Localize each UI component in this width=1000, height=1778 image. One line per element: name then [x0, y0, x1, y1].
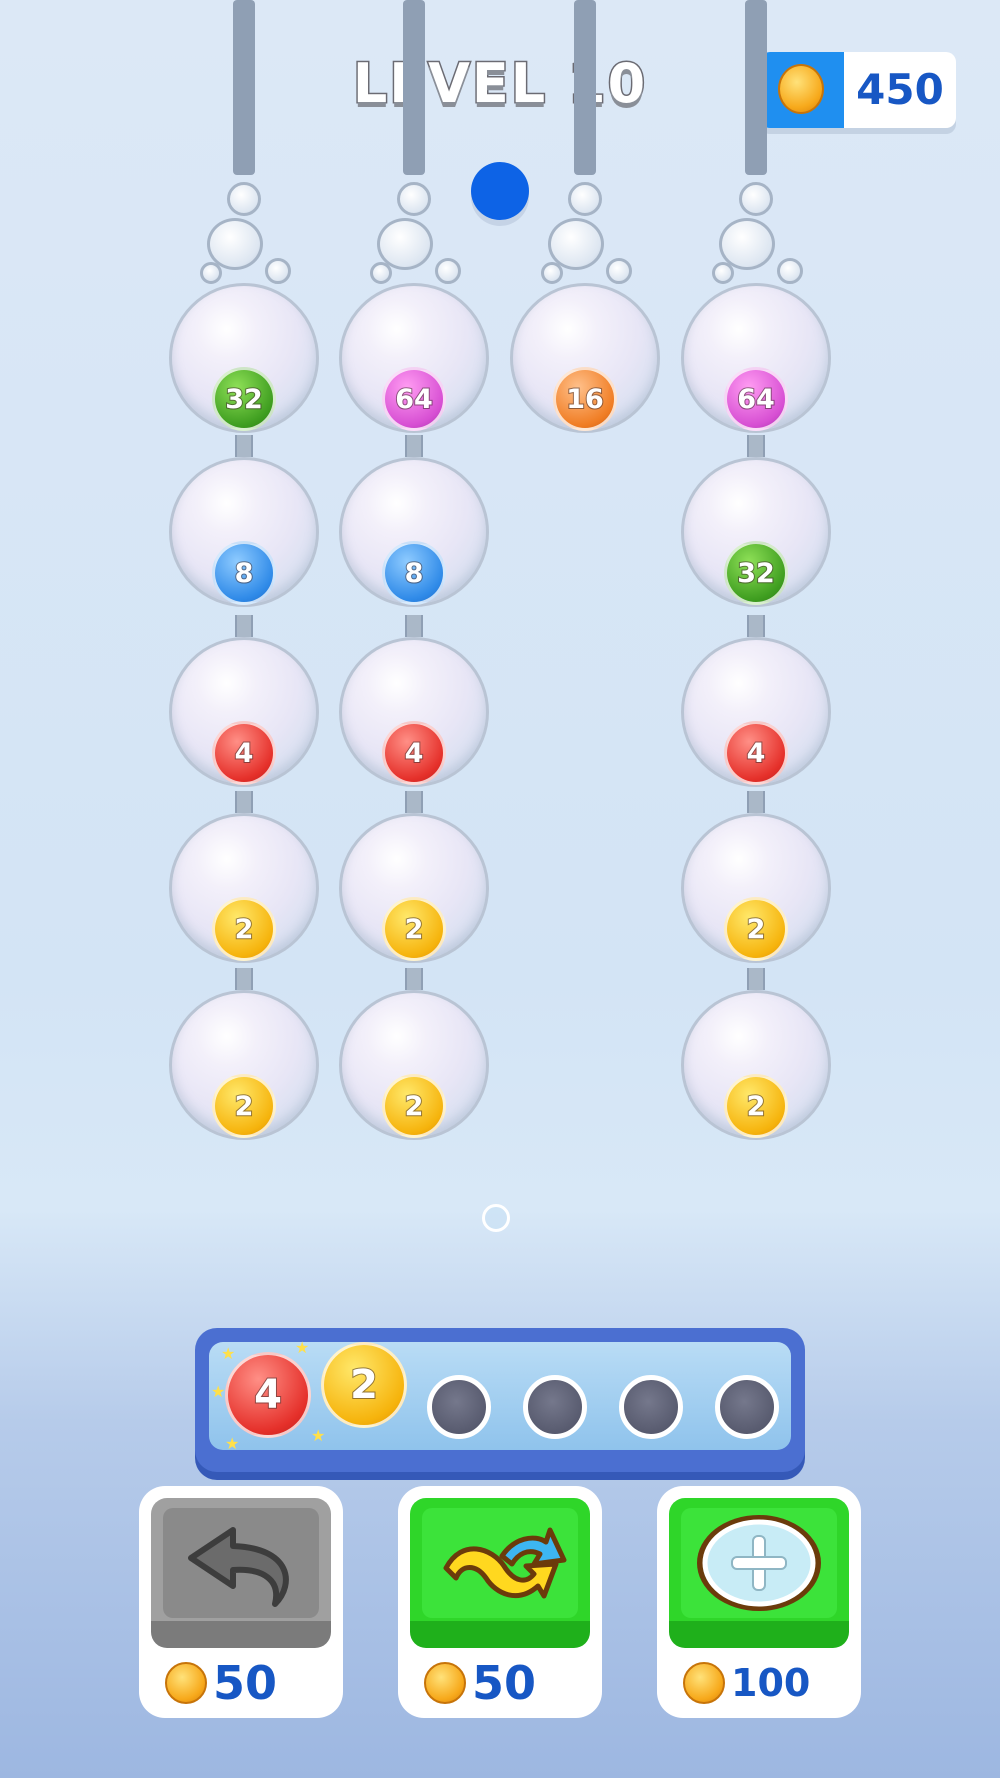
- rope-droplet: [568, 182, 602, 216]
- undo-arrow-icon: [188, 1527, 289, 1607]
- add-slot-price: 100: [677, 1658, 841, 1708]
- bubble-connector: [405, 615, 423, 637]
- number-ball-8[interactable]: 8: [382, 541, 446, 605]
- undo-price: 50: [159, 1658, 323, 1708]
- sparkle-star-icon: ★: [295, 1338, 310, 1357]
- bubble-connector: [747, 791, 765, 813]
- bubble-connector: [747, 615, 765, 637]
- number-ball-4[interactable]: 4: [724, 721, 788, 785]
- ball-tray: 4 2 ★ ★ ★ ★ ★: [195, 1328, 805, 1472]
- tray-ball-4[interactable]: 4: [225, 1352, 311, 1438]
- coin-count: 450: [856, 65, 944, 114]
- coin-icon: [683, 1662, 725, 1704]
- empty-tray-slot: [619, 1375, 683, 1439]
- rope-droplet: [397, 182, 431, 216]
- coin-badge: [760, 52, 844, 128]
- rope-droplet: [777, 258, 803, 284]
- level-title: LEVEL 10: [351, 51, 648, 117]
- number-ball-2[interactable]: 2: [724, 897, 788, 961]
- hanging-rope: [233, 0, 255, 175]
- bubble-connector: [747, 968, 765, 990]
- undo-panel: [163, 1508, 319, 1618]
- rope-droplet: [227, 182, 261, 216]
- number-ball-4[interactable]: 4: [212, 721, 276, 785]
- rope-droplet: [370, 262, 392, 284]
- rope-droplet: [739, 182, 773, 216]
- number-ball-64[interactable]: 64: [382, 367, 446, 431]
- empty-tray-slot: [523, 1375, 587, 1439]
- shuffle-price-value: 50: [472, 1656, 537, 1710]
- number-ball-4[interactable]: 4: [382, 721, 446, 785]
- bubble-connector: [405, 968, 423, 990]
- rope-droplet: [606, 258, 632, 284]
- coin-icon: [424, 1662, 466, 1704]
- bubble-connector: [405, 435, 423, 457]
- hanging-rope: [403, 0, 425, 175]
- coin-balance: 450: [760, 52, 956, 128]
- undo-price-value: 50: [213, 1656, 278, 1710]
- number-ball-2[interactable]: 2: [724, 1074, 788, 1138]
- floating-bubble: [482, 1204, 510, 1232]
- rope-droplet: [435, 258, 461, 284]
- tray-slots: 4 2 ★ ★ ★ ★ ★: [209, 1338, 791, 1453]
- sparkle-star-icon: ★: [311, 1426, 326, 1445]
- hanging-rope: [574, 0, 596, 175]
- coin-icon: [165, 1662, 207, 1704]
- add-slot-price-value: 100: [731, 1661, 811, 1705]
- sparkle-star-icon: ★: [225, 1434, 240, 1453]
- sparkle-star-icon: ★: [221, 1344, 236, 1363]
- sparkle-star-icon: ★: [211, 1382, 226, 1401]
- rope-droplet: [265, 258, 291, 284]
- number-ball-2[interactable]: 2: [382, 897, 446, 961]
- rope-droplet: [541, 262, 563, 284]
- number-ball-2[interactable]: 2: [212, 1074, 276, 1138]
- add-slot-panel: [681, 1508, 837, 1618]
- rope-droplet: [712, 262, 734, 284]
- add-slot-powerup-button[interactable]: 100: [657, 1486, 861, 1718]
- shuffle-price: 50: [418, 1658, 582, 1708]
- number-ball-2[interactable]: 2: [382, 1074, 446, 1138]
- add-slot-button-face[interactable]: [669, 1498, 849, 1648]
- shuffle-arrows-icon: [443, 1527, 567, 1599]
- falling-ball: [471, 162, 529, 220]
- rope-droplet: [200, 262, 222, 284]
- bubble-connector: [235, 968, 253, 990]
- shuffle-panel: [422, 1508, 578, 1618]
- bubble-connector: [747, 435, 765, 457]
- number-ball-64[interactable]: 64: [724, 367, 788, 431]
- coin-icon: [778, 64, 824, 114]
- bubble-connector: [405, 791, 423, 813]
- number-ball-32[interactable]: 32: [724, 541, 788, 605]
- hanging-rope: [745, 0, 767, 175]
- shuffle-powerup-button[interactable]: 50: [398, 1486, 602, 1718]
- undo-button-face[interactable]: [151, 1498, 331, 1648]
- tray-ball-2[interactable]: 2: [321, 1342, 407, 1428]
- undo-powerup-button[interactable]: 50: [139, 1486, 343, 1718]
- number-ball-8[interactable]: 8: [212, 541, 276, 605]
- plus-circle-icon: [697, 1515, 821, 1611]
- empty-tray-slot: [715, 1375, 779, 1439]
- bubble-connector: [235, 791, 253, 813]
- empty-tray-slot: [427, 1375, 491, 1439]
- number-ball-32[interactable]: 32: [212, 367, 276, 431]
- number-ball-16[interactable]: 16: [553, 367, 617, 431]
- number-ball-2[interactable]: 2: [212, 897, 276, 961]
- shuffle-button-face[interactable]: [410, 1498, 590, 1648]
- bubble-connector: [235, 615, 253, 637]
- bubble-connector: [235, 435, 253, 457]
